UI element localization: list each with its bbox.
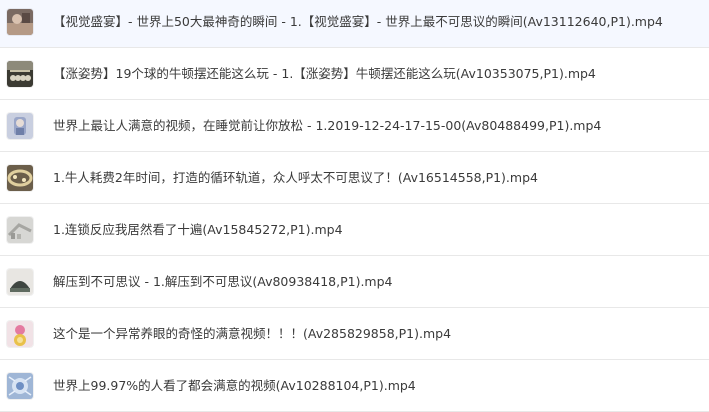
file-name: 1.牛人耗费2年时间，打造的循环轨道，众人呼太不可思议了！(Av16514558…	[53, 169, 538, 185]
file-row[interactable]: 解压到不可思议 - 1.解压到不可思议(Av80938418,P1).mp4	[0, 256, 709, 308]
video-thumbnail-icon	[7, 268, 33, 295]
video-thumbnail-icon	[7, 60, 33, 87]
file-name: 【视觉盛宴】- 世界上50大最神奇的瞬间 - 1.【视觉盛宴】- 世界上最不可思…	[53, 13, 663, 29]
file-row[interactable]: 1.连锁反应我居然看了十遍(Av15845272,P1).mp4	[0, 204, 709, 256]
file-row[interactable]: 世界上最让人满意的视频，在睡觉前让你放松 - 1.2019-12-24-17-1…	[0, 100, 709, 152]
file-name: 世界上99.97%的人看了都会满意的视频(Av10288104,P1).mp4	[53, 377, 416, 393]
file-row[interactable]: 这个是一个异常养眼的奇怪的满意视频！！！(Av285829858,P1).mp4	[0, 308, 709, 360]
file-name: 这个是一个异常养眼的奇怪的满意视频！！！(Av285829858,P1).mp4	[53, 325, 452, 341]
file-row[interactable]: 【视觉盛宴】- 世界上50大最神奇的瞬间 - 1.【视觉盛宴】- 世界上最不可思…	[0, 0, 709, 48]
file-name: 解压到不可思议 - 1.解压到不可思议(Av80938418,P1).mp4	[53, 273, 393, 289]
file-list: 【视觉盛宴】- 世界上50大最神奇的瞬间 - 1.【视觉盛宴】- 世界上最不可思…	[0, 0, 709, 412]
video-thumbnail-icon	[7, 112, 33, 139]
file-row[interactable]: 世界上99.97%的人看了都会满意的视频(Av10288104,P1).mp4	[0, 360, 709, 412]
video-thumbnail-icon	[7, 164, 33, 191]
file-name: 【涨姿势】19个球的牛顿摆还能这么玩 - 1.【涨姿势】牛顿摆还能这么玩(Av1…	[53, 65, 596, 81]
video-thumbnail-icon	[7, 216, 33, 243]
file-row[interactable]: 【涨姿势】19个球的牛顿摆还能这么玩 - 1.【涨姿势】牛顿摆还能这么玩(Av1…	[0, 48, 709, 100]
file-name: 1.连锁反应我居然看了十遍(Av15845272,P1).mp4	[53, 221, 343, 237]
video-thumbnail-icon	[7, 8, 33, 35]
video-thumbnail-icon	[7, 372, 33, 399]
video-thumbnail-icon	[7, 320, 33, 347]
file-name: 世界上最让人满意的视频，在睡觉前让你放松 - 1.2019-12-24-17-1…	[53, 117, 602, 133]
file-row[interactable]: 1.牛人耗费2年时间，打造的循环轨道，众人呼太不可思议了！(Av16514558…	[0, 152, 709, 204]
